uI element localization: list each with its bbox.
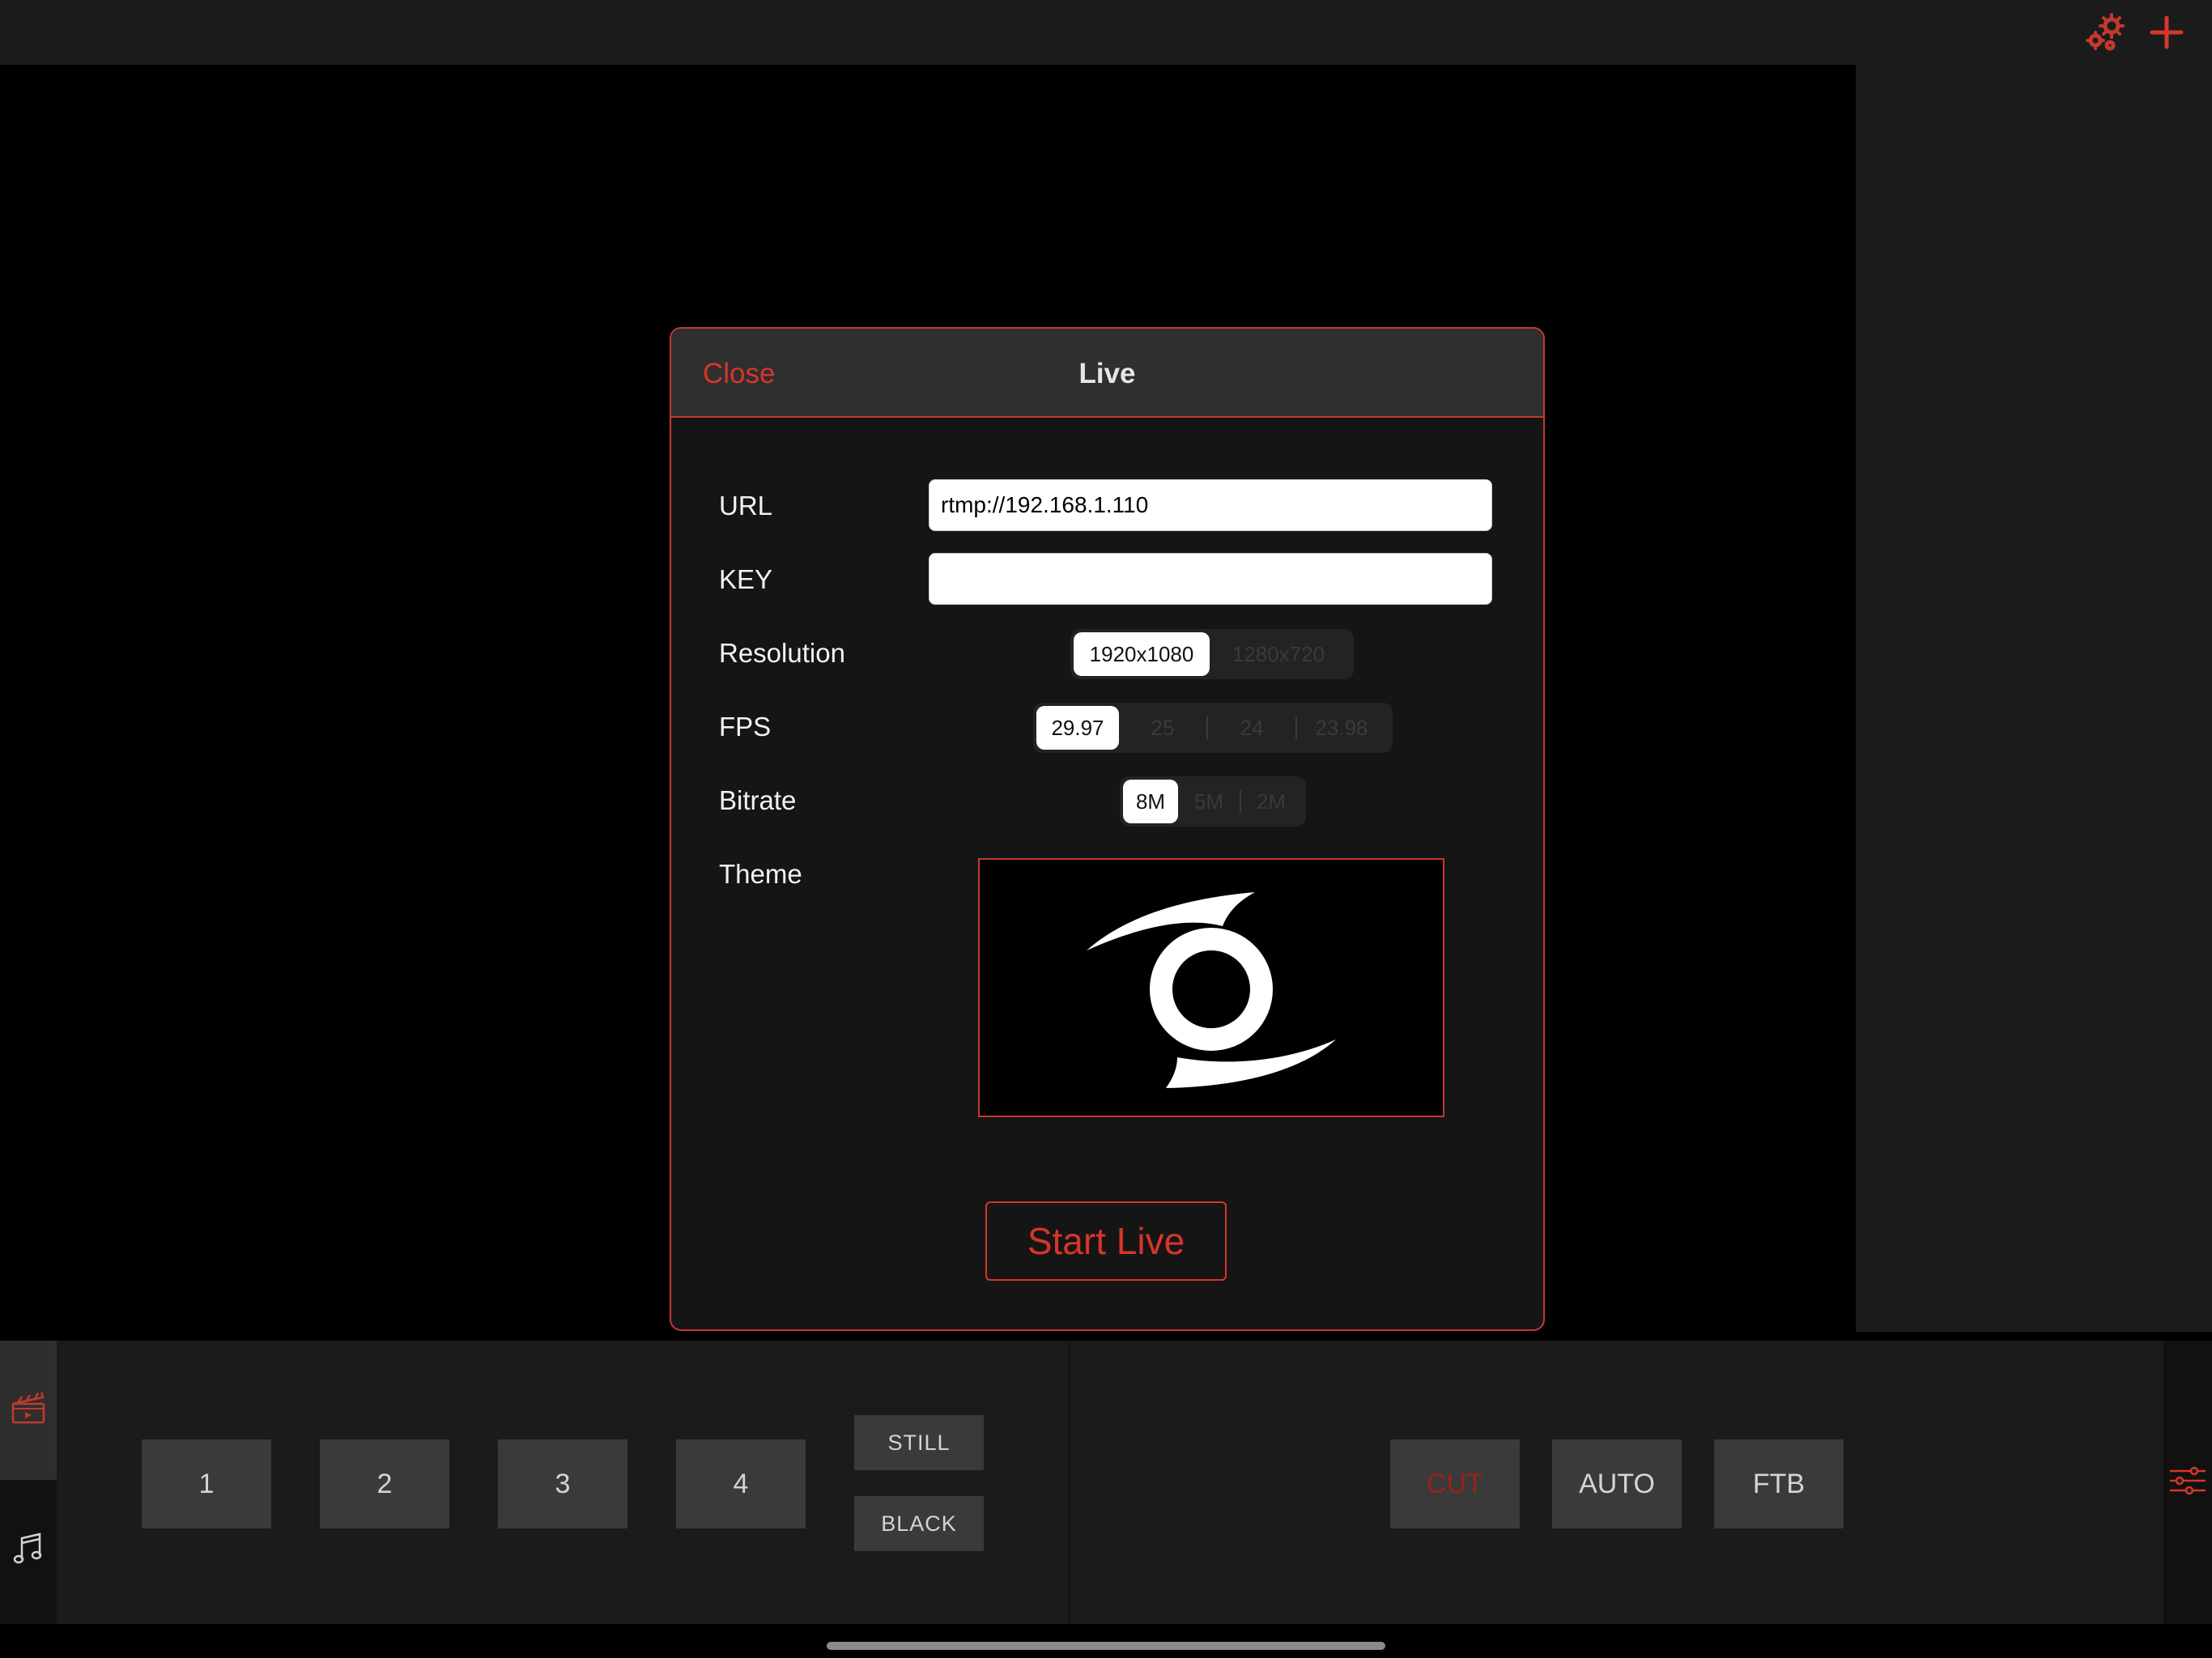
- resolution-option-1920x1080[interactable]: 1920x1080: [1074, 632, 1210, 676]
- fps-option-25[interactable]: 25: [1119, 706, 1206, 750]
- bitrate-option-2m[interactable]: 2M: [1241, 780, 1301, 823]
- bottom-tab-bar: [0, 1341, 57, 1624]
- dialog-title: Live: [1078, 358, 1136, 389]
- bitrate-label: Bitrate: [719, 785, 797, 815]
- bitrate-option-5m[interactable]: 5M: [1178, 780, 1240, 823]
- tab-scenes[interactable]: [0, 1341, 57, 1480]
- fps-label: FPS: [719, 712, 772, 742]
- resolution-label: Resolution: [719, 638, 845, 668]
- url-field[interactable]: [929, 479, 1492, 531]
- cut-button[interactable]: CUT: [1390, 1439, 1520, 1528]
- theme-label: Theme: [719, 859, 802, 889]
- source-button-1[interactable]: 1: [142, 1439, 271, 1528]
- key-label: KEY: [719, 564, 773, 594]
- start-live-button[interactable]: Start Live: [985, 1201, 1227, 1281]
- live-dialog: Close Live URL KEY Resolution 1920x1080 …: [670, 327, 1545, 1331]
- ftb-button[interactable]: FTB: [1714, 1439, 1844, 1528]
- dialog-header: Close Live: [671, 329, 1543, 418]
- top-bar: [0, 0, 2212, 65]
- home-indicator[interactable]: [827, 1642, 1385, 1650]
- black-button[interactable]: BLACK: [854, 1496, 984, 1551]
- still-button[interactable]: STILL: [854, 1415, 984, 1470]
- auto-button[interactable]: AUTO: [1552, 1439, 1682, 1528]
- switcher-panel: 1 2 3 4 STILL BLACK CUT AUTO FTB: [0, 1341, 2212, 1658]
- fps-option-29-97[interactable]: 29.97: [1036, 706, 1119, 750]
- plus-icon[interactable]: [2142, 8, 2191, 57]
- key-field[interactable]: [929, 553, 1492, 605]
- gears-icon[interactable]: [2081, 8, 2129, 57]
- mixer-settings-button[interactable]: [2163, 1341, 2212, 1624]
- theme-preview[interactable]: [978, 858, 1444, 1117]
- fps-option-23-98[interactable]: 23.98: [1297, 706, 1386, 750]
- resolution-segmented-control: 1920x1080 1280x720: [1070, 629, 1354, 679]
- url-label: URL: [719, 491, 773, 521]
- right-panel: [1856, 65, 2212, 1332]
- clapperboard-icon: [11, 1392, 46, 1429]
- source-button-3[interactable]: 3: [498, 1439, 627, 1528]
- panel-divider: [1069, 1341, 1070, 1624]
- bitrate-segmented-control: 8M 5M 2M: [1120, 776, 1306, 827]
- home-indicator-area: [0, 1624, 2212, 1658]
- tab-audio[interactable]: [0, 1480, 57, 1619]
- swirl-logo-icon: [1087, 892, 1336, 1088]
- resolution-option-1280x720[interactable]: 1280x720: [1210, 632, 1347, 676]
- source-button-2[interactable]: 2: [320, 1439, 449, 1528]
- sliders-icon: [2168, 1461, 2207, 1504]
- fps-segmented-control: 29.97 25 24 23.98: [1033, 703, 1393, 753]
- music-note-icon: [11, 1530, 46, 1570]
- fps-option-24[interactable]: 24: [1208, 706, 1295, 750]
- bitrate-option-8m[interactable]: 8M: [1123, 780, 1178, 823]
- source-button-4[interactable]: 4: [676, 1439, 806, 1528]
